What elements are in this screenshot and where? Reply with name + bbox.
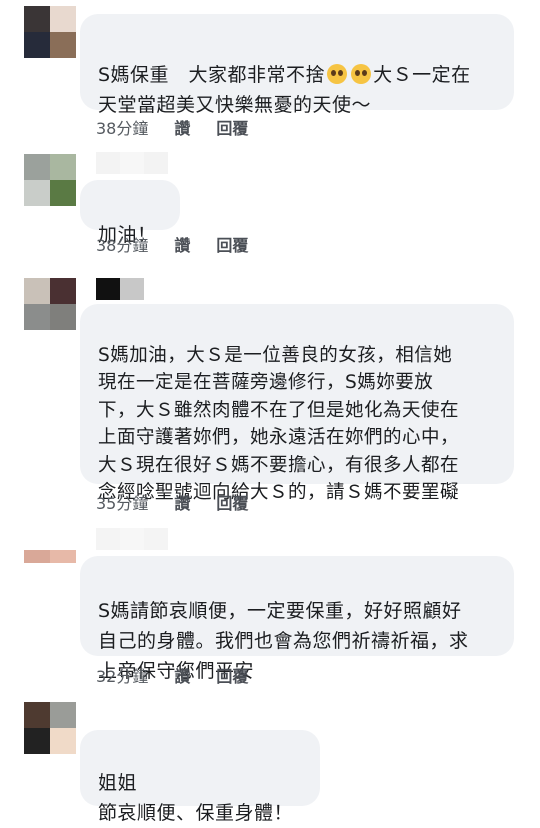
pleading-face-emoji-icon [327,64,348,84]
comment-bubble: 加油！ [80,180,180,246]
author-name-redacted[interactable] [96,278,144,300]
reply-button[interactable]: 回覆 [216,232,248,256]
comment-meta: 32分鐘 讚 回覆 [96,662,248,688]
top-edge [0,0,540,4]
comment-text: S媽加油，大Ｓ是一位善良的女孩，相信她 現在一定是在菩薩旁邊修行，S媽妳要放 下… [98,344,460,504]
like-button[interactable]: 讚 [174,663,190,687]
timestamp: 35分鐘 [96,494,149,513]
comment-bubble: 姐姐 節哀順便、保重身體！ [80,730,320,824]
comment-bubble: S媽保重 大家都非常不捨 大Ｓ一定在 天堂當超美又快樂無憂的天使～ [80,14,514,116]
avatar[interactable] [24,6,76,58]
reply-button[interactable]: 回覆 [216,115,248,139]
comment-meta: 38分鐘 讚 回覆 [96,231,248,257]
like-button[interactable]: 讚 [174,232,190,256]
author-name-redacted[interactable] [96,528,168,550]
like-button[interactable]: 讚 [174,490,190,514]
comment-text: S媽保重 大家都非常不捨 [98,64,326,86]
reply-button[interactable]: 回覆 [216,663,248,687]
like-button[interactable]: 讚 [174,115,190,139]
avatar[interactable] [24,702,76,754]
timestamp: 32分鐘 [96,667,149,686]
comment-text: 姐姐 節哀順便、保重身體！ [98,772,294,824]
avatar[interactable] [24,154,76,206]
comment-meta: 38分鐘 讚 回覆 [96,114,248,140]
reply-button[interactable]: 回覆 [216,490,248,514]
timestamp: 38分鐘 [96,236,149,255]
avatar[interactable] [24,278,76,330]
comment-bubble: S媽請節哀順便，一定要保重，好好照顧好 自己的身體。我們也會為您們祈禱祈福，求 … [80,556,514,682]
author-name-redacted[interactable] [96,152,168,174]
timestamp: 38分鐘 [96,119,149,138]
comment-bubble: S媽加油，大Ｓ是一位善良的女孩，相信她 現在一定是在菩薩旁邊修行，S媽妳要放 下… [80,304,514,503]
comment-meta: 35分鐘 讚 回覆 [96,489,248,515]
pleading-face-emoji-icon [351,64,372,84]
avatar[interactable] [24,550,76,576]
